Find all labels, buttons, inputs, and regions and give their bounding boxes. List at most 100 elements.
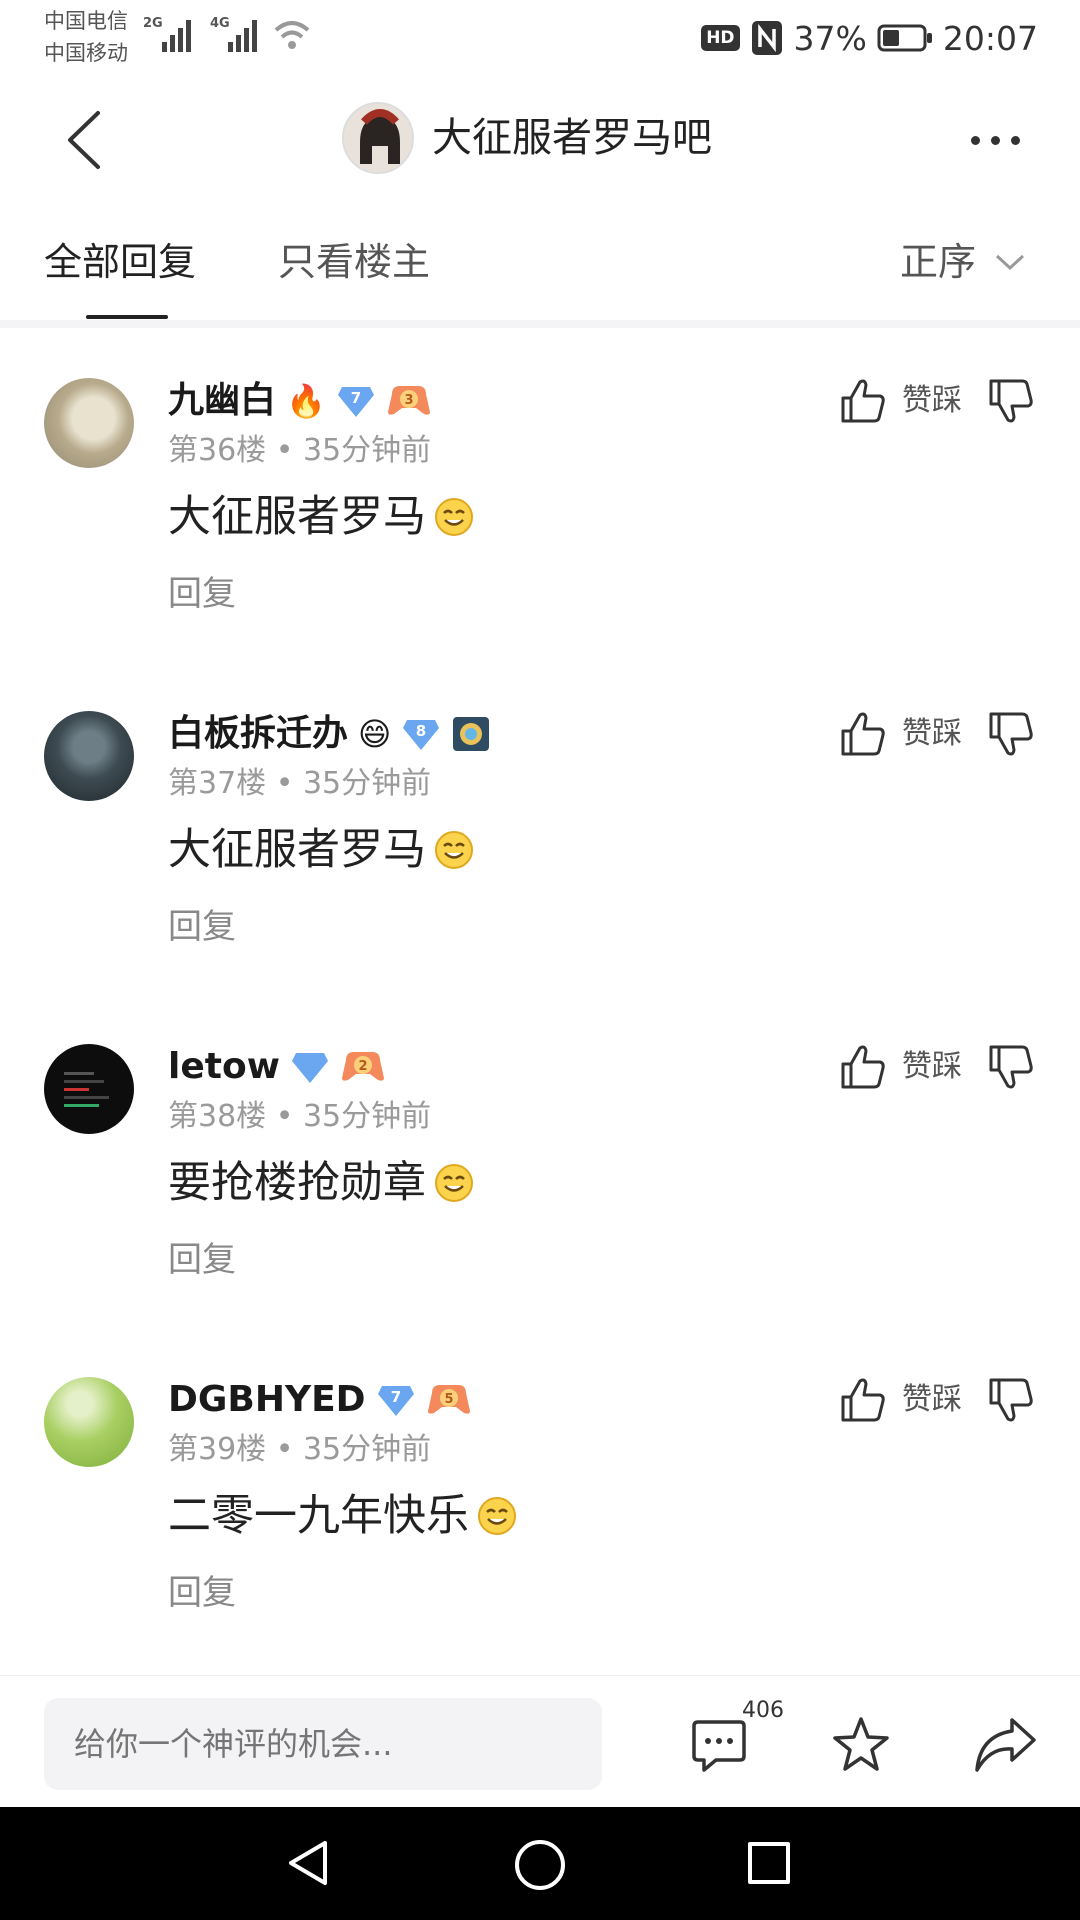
thumbs-up-icon[interactable] — [838, 1042, 888, 1092]
vote-label: 赞踩 — [902, 716, 962, 751]
active-tab-indicator — [86, 315, 168, 319]
nav-home-icon[interactable] — [515, 1840, 565, 1890]
reply-content: 大征服者罗马 — [168, 488, 474, 546]
thumbs-down-icon[interactable] — [986, 1042, 1036, 1092]
reply-text: 二零一九年快乐 — [168, 1491, 469, 1541]
smile-emoji-icon — [435, 1164, 473, 1202]
nfc-icon — [751, 21, 782, 55]
meta-dot: • — [275, 433, 303, 468]
reply-item: letow 2 第38楼 • 35分钟前 要抢楼抢勋章 回复 赞踩 — [0, 994, 1080, 1327]
hd-badge: HD — [701, 25, 740, 51]
fan-medal-icon: 2 — [341, 1052, 384, 1081]
username-row: DGBHYED 7 5 — [168, 1375, 472, 1425]
signal-icon — [228, 20, 257, 52]
clock: 20:07 — [942, 18, 1038, 58]
thumbs-down-icon[interactable] — [986, 709, 1036, 759]
svg-text:5: 5 — [444, 1392, 453, 1407]
reply-text: 要抢楼抢勋章 — [168, 1158, 426, 1208]
floor-meta: 第36楼 • 35分钟前 — [168, 430, 431, 472]
status-bar: 中国电信 中国移动 2G 4G HD 37% 20:07 — [0, 0, 1080, 75]
signal-icon — [162, 20, 191, 52]
smile-emoji-icon — [435, 831, 473, 869]
user-avatar[interactable] — [44, 378, 134, 468]
thumbs-down-icon[interactable] — [986, 376, 1036, 426]
username[interactable]: 白板拆迁办 — [168, 709, 348, 759]
grin-emoji: 😄 — [358, 715, 392, 753]
svg-text:2: 2 — [358, 1059, 367, 1074]
meta-dot: • — [275, 1432, 303, 1467]
reply-content: 要抢楼抢勋章 — [168, 1154, 474, 1212]
floor-meta: 第37楼 • 35分钟前 — [168, 763, 431, 805]
top-navigation-bar: 大征服者罗马吧 — [0, 75, 1080, 205]
comment-bar: 406 — [0, 1675, 1080, 1807]
back-chevron-icon[interactable] — [58, 105, 128, 175]
reply-text: 大征服者罗马 — [168, 825, 426, 875]
status-right-group: HD 37% 20:07 — [701, 16, 1038, 60]
post-time: 35分钟前 — [302, 1099, 432, 1134]
nav-recent-apps-icon[interactable] — [748, 1842, 790, 1884]
fan-medal-icon: 3 — [387, 386, 430, 415]
username[interactable]: 九幽白 — [168, 376, 276, 426]
reply-content: 二零一九年快乐 — [168, 1487, 517, 1545]
fire-emoji: 🔥 — [286, 382, 326, 420]
user-avatar[interactable] — [44, 1377, 134, 1467]
forum-title[interactable]: 大征服者罗马吧 — [432, 110, 712, 166]
chevron-down-icon — [995, 254, 1025, 271]
fan-medal-icon: 5 — [427, 1385, 470, 1414]
comment-count: 406 — [742, 1698, 784, 1723]
reply-filter-tabs: 全部回复 只看楼主 正序 — [0, 205, 1080, 320]
reply-link[interactable]: 回复 — [168, 1236, 236, 1284]
reply-item: DGBHYED 7 5 第39楼 • 35分钟前 二零一九年快乐 回复 赞踩 — [0, 1327, 1080, 1660]
floor-number: 第39楼 — [168, 1432, 267, 1467]
share-arrow-icon[interactable] — [972, 1714, 1038, 1776]
svg-text:3: 3 — [404, 393, 413, 408]
comment-input[interactable] — [44, 1698, 602, 1790]
level-diamond-icon: 8 — [403, 720, 440, 750]
tab-op-only[interactable]: 只看楼主 — [278, 235, 430, 289]
level-diamond-icon: 7 — [337, 387, 374, 417]
user-avatar[interactable] — [44, 1044, 134, 1134]
smile-emoji-icon — [478, 1497, 516, 1535]
smile-emoji-icon — [435, 498, 473, 536]
username[interactable]: letow — [168, 1042, 280, 1092]
thumbs-down-icon[interactable] — [986, 1375, 1036, 1425]
svg-text:7: 7 — [390, 1388, 400, 1406]
star-icon[interactable] — [830, 1714, 892, 1776]
vote-label: 赞踩 — [902, 383, 962, 418]
terminal-avatar-image — [64, 1072, 109, 1107]
carrier-label-1: 中国电信 — [44, 9, 128, 33]
battery-icon — [877, 24, 932, 52]
comment-bubble-icon[interactable] — [690, 1716, 748, 1774]
spartan-helmet-icon — [344, 104, 412, 172]
sort-dropdown[interactable]: 正序 — [900, 235, 1026, 289]
thumbs-up-icon[interactable] — [838, 709, 888, 759]
floor-meta: 第39楼 • 35分钟前 — [168, 1429, 431, 1471]
username[interactable]: DGBHYED — [168, 1375, 366, 1425]
username-row: 白板拆迁办 😄 8 — [168, 709, 491, 759]
floor-number: 第36楼 — [168, 433, 267, 468]
vote-label: 赞踩 — [902, 1382, 962, 1417]
tab-all-replies[interactable]: 全部回复 — [44, 235, 196, 289]
user-avatar[interactable] — [44, 711, 134, 801]
post-time: 35分钟前 — [302, 1432, 432, 1467]
reply-item: 九幽白 🔥 7 3 第36楼 • 35分钟前 大征服者罗马 回复 赞踩 — [0, 328, 1080, 661]
level-diamond-icon — [291, 1053, 328, 1083]
reply-link[interactable]: 回复 — [168, 570, 236, 618]
reply-link[interactable]: 回复 — [168, 903, 236, 951]
nav-back-icon[interactable] — [283, 1837, 335, 1889]
reply-text: 大征服者罗马 — [168, 492, 426, 542]
reply-link[interactable]: 回复 — [168, 1569, 236, 1617]
username-row: letow 2 — [168, 1042, 386, 1092]
thumbs-up-icon[interactable] — [838, 1375, 888, 1425]
forum-avatar[interactable] — [342, 102, 414, 174]
level-diamond-icon: 7 — [377, 1386, 414, 1416]
thumbs-up-icon[interactable] — [838, 376, 888, 426]
carrier-label-2: 中国移动 — [44, 41, 128, 65]
post-time: 35分钟前 — [302, 766, 432, 801]
vote-label: 赞踩 — [902, 1049, 962, 1084]
floor-number: 第37楼 — [168, 766, 267, 801]
svg-text:8: 8 — [416, 722, 426, 740]
section-divider — [0, 320, 1080, 328]
meta-dot: • — [275, 766, 303, 801]
more-dots-icon[interactable] — [960, 115, 1030, 165]
